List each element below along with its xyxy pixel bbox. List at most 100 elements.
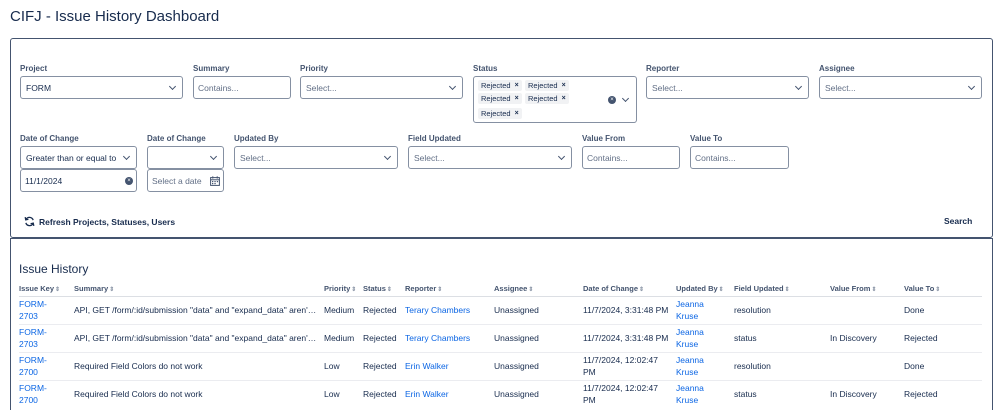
column-header-label: Issue Key — [19, 284, 55, 293]
column-header-priority[interactable]: Priority⇕ — [324, 284, 356, 293]
column-header-label: Assignee — [494, 284, 528, 293]
date-operator-select[interactable]: Greater than or equal to — [20, 146, 137, 169]
issue-key-line: FORM- — [19, 299, 47, 309]
value-to-input[interactable]: Contains... — [690, 146, 789, 169]
row-divider — [19, 352, 982, 353]
reporter-select[interactable]: Select... — [646, 76, 809, 99]
updated-by-line: Kruse — [676, 395, 699, 405]
updated-by-link[interactable]: Jeanna Kruse — [676, 298, 704, 322]
status-cell: Rejected — [363, 305, 397, 315]
updated-by-line: Jeanna — [676, 327, 704, 337]
field-updated-cell: status — [734, 389, 757, 399]
issue-key-line: 2700 — [19, 395, 38, 405]
priority-placeholder: Select... — [306, 82, 337, 93]
remove-icon[interactable]: × — [562, 82, 566, 89]
status-cell: Rejected — [363, 389, 397, 399]
column-header-label: Reporter — [405, 284, 437, 293]
search-button[interactable]: Search — [944, 216, 972, 226]
status-multiselect[interactable]: Rejected × Rejected × Rejected × Rejected × … — [473, 76, 637, 123]
updated-by-line: Jeanna — [676, 299, 704, 309]
reporter-link[interactable]: Terary Chambers — [405, 304, 470, 316]
column-header-value-from[interactable]: Value From⇕ — [830, 284, 876, 293]
status-chip: Rejected × — [478, 80, 522, 91]
updated-by-link[interactable]: Jeanna Kruse — [676, 382, 704, 406]
priority-cell: Low — [324, 361, 340, 371]
field-updated-select[interactable]: Select... — [408, 146, 572, 169]
sort-icon: ⇕ — [871, 287, 877, 293]
field-updated-cell: resolution — [734, 361, 771, 371]
chevron-down-icon — [794, 82, 803, 91]
column-header-status[interactable]: Status⇕ — [363, 284, 392, 293]
value-to-cell: Rejected — [904, 389, 938, 399]
refresh-icon — [24, 216, 35, 227]
status-chip: Rejected × — [478, 93, 522, 104]
column-header-reporter[interactable]: Reporter⇕ — [405, 284, 442, 293]
updated-by-line: Kruse — [676, 311, 699, 321]
sort-icon: ⇕ — [528, 287, 534, 293]
updated-by-link[interactable]: Jeanna Kruse — [676, 326, 704, 350]
assignee-select[interactable]: Select... — [819, 76, 982, 99]
updated-by-select[interactable]: Select... — [234, 146, 398, 169]
reporter-link[interactable]: Erin Walker — [405, 360, 449, 372]
field-updated-cell: resolution — [734, 305, 771, 315]
issue-key-link[interactable]: FORM- 2703 — [19, 326, 47, 350]
remove-icon[interactable]: × — [562, 95, 566, 102]
priority-select[interactable]: Select... — [300, 76, 463, 99]
column-header-label: Date of Change — [583, 284, 639, 293]
priority-cell: Low — [324, 389, 340, 399]
project-select[interactable]: FORM — [20, 76, 183, 99]
assignee-cell: Unassigned — [494, 333, 539, 343]
reporter-link[interactable]: Terary Chambers — [405, 332, 470, 344]
value-to-placeholder: Contains... — [695, 152, 736, 163]
column-header-label: Value To — [904, 284, 935, 293]
value-to-cell: Done — [904, 361, 925, 371]
column-header-updated-by[interactable]: Updated By⇕ — [676, 284, 724, 293]
priority-cell: Medium — [324, 333, 355, 343]
issue-key-link[interactable]: FORM- 2700 — [19, 382, 47, 406]
summary-input[interactable]: Contains... — [193, 76, 291, 99]
column-header-summary[interactable]: Summary⇕ — [74, 284, 114, 293]
date-input-value: 11/1/2024 — [25, 175, 63, 186]
refresh-button[interactable]: Refresh Projects, Statuses, Users — [24, 216, 175, 227]
clear-icon[interactable]: × — [608, 96, 616, 104]
updated-by-line: Jeanna — [676, 355, 704, 365]
status-label: Status — [473, 64, 498, 73]
reporter-link[interactable]: Erin Walker — [405, 388, 449, 400]
status-chip-label: Rejected — [528, 94, 558, 103]
assignee-placeholder: Select... — [825, 82, 856, 93]
clear-icon[interactable]: × — [125, 177, 133, 185]
sort-icon: ⇕ — [109, 287, 115, 293]
calendar-icon[interactable] — [210, 176, 220, 186]
remove-icon[interactable]: × — [515, 110, 519, 117]
issue-key-line: FORM- — [19, 355, 47, 365]
column-header-label: Field Updated — [734, 284, 784, 293]
date-cell: 11/7/2024, 3:31:48 PM — [583, 305, 669, 315]
column-header-field-updated[interactable]: Field Updated⇕ — [734, 284, 790, 293]
column-header-value-to[interactable]: Value To⇕ — [904, 284, 940, 293]
chevron-down-icon[interactable] — [621, 94, 630, 103]
column-header-issue-key[interactable]: Issue Key⇕ — [19, 284, 60, 293]
remove-icon[interactable]: × — [515, 95, 519, 102]
date-picker-placeholder: Select a date — [152, 175, 202, 186]
issue-key-link[interactable]: FORM- 2700 — [19, 354, 47, 378]
column-header-assignee[interactable]: Assignee⇕ — [494, 284, 533, 293]
date-input[interactable]: 11/1/2024 × — [20, 169, 137, 192]
date-picker-input[interactable]: Select a date — [147, 169, 224, 192]
summary-label: Summary — [193, 64, 230, 73]
issue-key-link[interactable]: FORM- 2703 — [19, 298, 47, 322]
date-of-change-label: Date of Change — [20, 134, 79, 143]
status-chip: Rejected × — [525, 80, 569, 91]
remove-icon[interactable]: × — [515, 82, 519, 89]
project-label: Project — [20, 64, 48, 73]
issue-key-line: FORM- — [19, 327, 47, 337]
column-header-date-of-change[interactable]: Date of Change⇕ — [583, 284, 644, 293]
assignee-cell: Unassigned — [494, 389, 539, 399]
value-from-cell: In Discovery — [830, 333, 877, 343]
value-from-input[interactable]: Contains... — [582, 146, 680, 169]
row-divider — [19, 380, 982, 381]
value-to-cell: Rejected — [904, 333, 938, 343]
updated-by-link[interactable]: Jeanna Kruse — [676, 354, 704, 378]
status-chip: Rejected × — [525, 93, 569, 104]
date-operator-value: Greater than or equal to — [26, 152, 117, 163]
date-operator-select-2[interactable] — [147, 146, 224, 169]
